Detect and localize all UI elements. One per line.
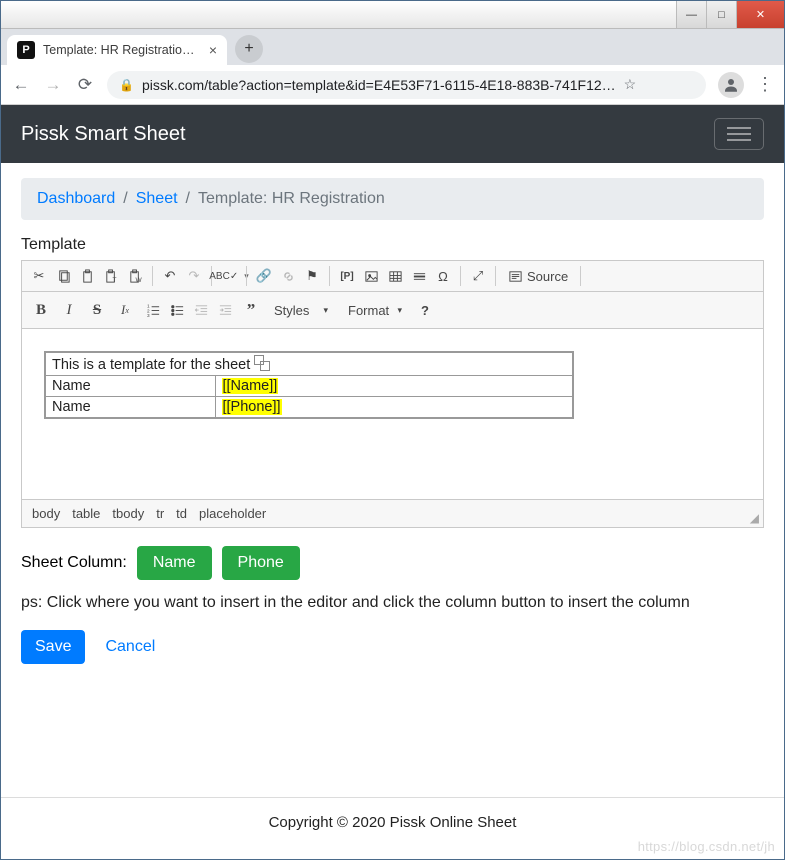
editor-toolbar-row1: ✂ T W ↶ ↷ ABC✓ 🔗 ⚑ [P] xyxy=(22,261,763,292)
format-dropdown[interactable]: Format xyxy=(340,298,410,322)
placeholder-icon[interactable]: [P] xyxy=(336,265,358,287)
template-label: Template xyxy=(21,236,764,254)
tab-title: Template: HR Registration - S xyxy=(43,43,201,57)
browser-toolbar: ← → ⟳ 🔒 pissk.com/table?action=template&… xyxy=(1,65,784,105)
cell-text[interactable]: Name xyxy=(45,376,215,397)
rich-text-editor: ✂ T W ↶ ↷ ABC✓ 🔗 ⚑ [P] xyxy=(21,260,764,528)
browser-tab[interactable]: P Template: HR Registration - S × xyxy=(7,35,227,65)
column-chip-name[interactable]: Name xyxy=(137,546,212,580)
back-icon[interactable]: ← xyxy=(11,75,31,95)
profile-avatar-icon[interactable] xyxy=(718,72,744,98)
column-chip-phone[interactable]: Phone xyxy=(222,546,300,580)
sheet-column-label: Sheet Column: xyxy=(21,554,127,572)
bullet-list-icon[interactable] xyxy=(166,299,188,321)
breadcrumb-sep: / xyxy=(123,190,127,208)
cut-icon[interactable]: ✂ xyxy=(28,265,50,287)
placeholder-token[interactable]: [[Phone]] xyxy=(222,399,282,415)
hamburger-menu-button[interactable] xyxy=(714,118,764,150)
lock-icon: 🔒 xyxy=(119,78,134,92)
numbered-list-icon[interactable]: 123 xyxy=(142,299,164,321)
source-button[interactable]: Source xyxy=(502,265,574,287)
path-segment[interactable]: table xyxy=(72,506,100,521)
editor-canvas[interactable]: This is a template for the sheet Name [[… xyxy=(22,329,763,499)
cell-text[interactable]: Name xyxy=(45,397,215,419)
blockquote-icon[interactable]: ” xyxy=(240,299,262,321)
table-row: Name [[Phone]] xyxy=(45,397,573,419)
maximize-editor-icon[interactable]: ⤢ xyxy=(467,265,489,287)
sheet-column-row: Sheet Column: Name Phone xyxy=(21,546,764,580)
undo-icon[interactable]: ↶ xyxy=(159,265,181,287)
table-row: This is a template for the sheet xyxy=(45,352,573,376)
path-segment[interactable]: tbody xyxy=(112,506,144,521)
close-window-button[interactable]: ✕ xyxy=(736,1,784,28)
svg-text:T: T xyxy=(112,277,116,284)
browser-tabstrip: P Template: HR Registration - S × + xyxy=(1,29,784,65)
image-icon[interactable] xyxy=(360,265,382,287)
anchor-icon[interactable]: ⚑ xyxy=(301,265,323,287)
brand-title: Pissk Smart Sheet xyxy=(21,123,186,146)
url-text: pissk.com/table?action=template&id=E4E53… xyxy=(142,77,616,93)
minimize-button[interactable]: — xyxy=(676,1,706,28)
app-navbar: Pissk Smart Sheet xyxy=(1,105,784,163)
watermark-text: https://blog.csdn.net/jh xyxy=(638,839,775,854)
new-tab-button[interactable]: + xyxy=(235,35,263,63)
spellcheck-icon[interactable]: ABC✓ xyxy=(218,265,240,287)
hint-text: ps: Click where you want to insert in th… xyxy=(21,594,764,612)
specialchar-icon[interactable]: Ω xyxy=(432,265,454,287)
remove-format-button[interactable]: Ix xyxy=(112,298,138,322)
breadcrumb-current: Template: HR Registration xyxy=(198,190,385,208)
element-path-bar: body table tbody tr td placeholder ◢ xyxy=(22,499,763,527)
redo-icon[interactable]: ↷ xyxy=(183,265,205,287)
table-icon[interactable] xyxy=(384,265,406,287)
browser-menu-icon[interactable]: ⋮ xyxy=(756,74,774,95)
tab-close-icon[interactable]: × xyxy=(209,42,217,58)
path-segment[interactable]: tr xyxy=(156,506,164,521)
breadcrumb: Dashboard / Sheet / Template: HR Registr… xyxy=(21,178,764,220)
paste-word-icon[interactable]: W xyxy=(124,265,146,287)
resize-grip-icon[interactable]: ◢ xyxy=(750,511,759,525)
strike-button[interactable]: S xyxy=(84,298,110,322)
italic-button[interactable]: I xyxy=(56,298,82,322)
favicon-icon: P xyxy=(17,41,35,59)
unlink-icon[interactable] xyxy=(277,265,299,287)
editor-toolbar-row2: B I S Ix 123 ” Styles Format ? xyxy=(22,292,763,329)
breadcrumb-sheet[interactable]: Sheet xyxy=(136,190,178,208)
save-button[interactable]: Save xyxy=(21,630,85,664)
cancel-link[interactable]: Cancel xyxy=(105,638,155,656)
bookmark-star-icon[interactable]: ☆ xyxy=(624,76,637,93)
placeholder-token[interactable]: [[Name]] xyxy=(222,378,279,394)
styles-dropdown[interactable]: Styles xyxy=(266,298,336,322)
copy-icon[interactable] xyxy=(52,265,74,287)
svg-text:W: W xyxy=(135,277,142,284)
reload-icon[interactable]: ⟳ xyxy=(75,75,95,95)
template-table[interactable]: This is a template for the sheet Name [[… xyxy=(44,351,574,419)
table-row: Name [[Name]] xyxy=(45,376,573,397)
path-segment[interactable]: placeholder xyxy=(199,506,266,521)
path-segment[interactable]: body xyxy=(32,506,60,521)
bold-button[interactable]: B xyxy=(28,298,54,322)
outdent-icon[interactable] xyxy=(190,299,212,321)
link-icon[interactable]: 🔗 xyxy=(253,265,275,287)
path-segment[interactable]: td xyxy=(176,506,187,521)
breadcrumb-dashboard[interactable]: Dashboard xyxy=(37,190,115,208)
paste-text-icon[interactable]: T xyxy=(100,265,122,287)
window-titlebar: — □ ✕ xyxy=(1,1,784,29)
maximize-button[interactable]: □ xyxy=(706,1,736,28)
breadcrumb-sep: / xyxy=(186,190,190,208)
cell-text: This is a template for the sheet xyxy=(52,357,250,373)
svg-text:3: 3 xyxy=(146,313,149,318)
indent-icon[interactable] xyxy=(214,299,236,321)
cursor-handle-icon[interactable] xyxy=(254,355,268,369)
address-bar[interactable]: 🔒 pissk.com/table?action=template&id=E4E… xyxy=(107,71,706,99)
paste-icon[interactable] xyxy=(76,265,98,287)
forward-icon[interactable]: → xyxy=(43,75,63,95)
help-icon[interactable]: ? xyxy=(414,299,436,321)
hr-icon[interactable] xyxy=(408,265,430,287)
